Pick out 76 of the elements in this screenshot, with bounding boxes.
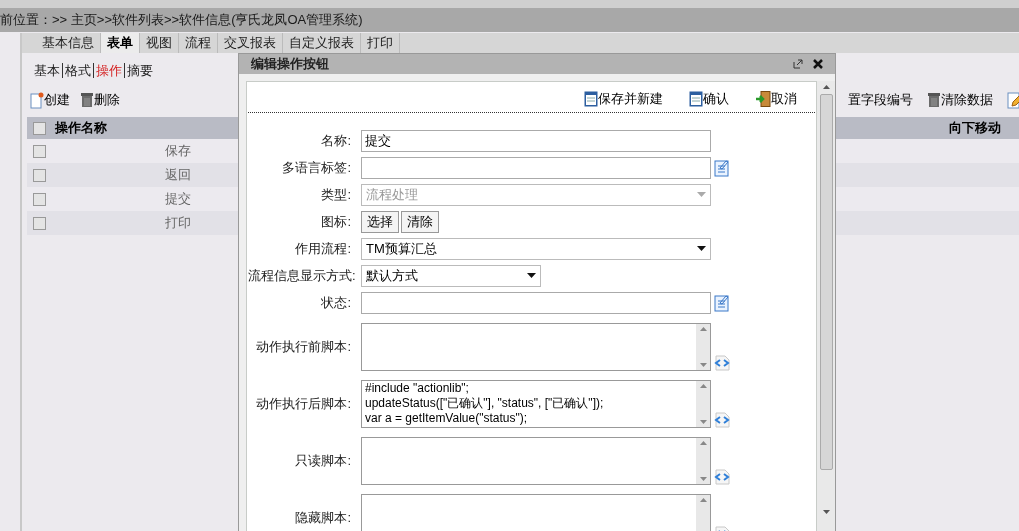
note-icon[interactable] <box>714 293 730 312</box>
trash-icon <box>927 92 941 108</box>
dropdown[interactable]: 默认方式 <box>361 264 541 287</box>
text-field[interactable] <box>361 291 711 314</box>
field-label: 作用流程: <box>294 239 351 258</box>
dialog-action[interactable]: 取消 <box>755 89 797 109</box>
door-icon <box>755 91 771 107</box>
field-label: 图标: <box>320 212 351 231</box>
table-cell-text: 提交 <box>165 190 191 209</box>
column-header: 操作名称 <box>54 119 108 138</box>
tab[interactable]: 表单 <box>101 33 140 53</box>
column-header: 向下移动 <box>948 119 1002 138</box>
code-icon[interactable] <box>714 468 730 485</box>
field-label: 多语言标签: <box>281 158 351 177</box>
new-file-icon <box>30 91 44 109</box>
toolbar-button[interactable]: 清除数据 <box>927 90 993 110</box>
floppy-icon <box>584 91 598 107</box>
note-icon[interactable] <box>714 158 730 177</box>
scroll-up-icon <box>699 383 707 388</box>
checkbox[interactable] <box>32 216 46 230</box>
toolbar-button[interactable] <box>1007 90 1019 110</box>
dialog-action[interactable]: 确认 <box>689 89 729 109</box>
dropdown[interactable]: TM预算汇总 <box>361 237 711 260</box>
checkbox[interactable] <box>32 168 46 182</box>
close-icon[interactable] <box>813 58 823 69</box>
sub-tab[interactable]: 基本 <box>32 62 62 78</box>
dialog-action[interactable]: 保存并新建 <box>584 89 663 109</box>
dialog-title: 编辑操作按钮 <box>251 55 329 73</box>
popout-icon[interactable] <box>793 58 803 69</box>
checkbox[interactable] <box>32 144 46 158</box>
field-label: 动作执行后脚本: <box>255 394 351 413</box>
field-label: 状态: <box>320 293 351 312</box>
text-field[interactable]: 提交 <box>361 129 711 152</box>
script-textarea[interactable] <box>361 436 711 485</box>
scroll-up-icon <box>699 440 707 445</box>
code-icon[interactable] <box>714 411 730 428</box>
sub-tab[interactable]: 格式 <box>62 62 93 78</box>
toolbar-button[interactable]: 置字段编号 <box>848 90 913 110</box>
scroll-up-icon <box>822 84 830 89</box>
sub-tab[interactable]: 操作 <box>93 62 124 78</box>
breadcrumb: 前位置：>> 主页>>软件列表>>软件信息(亨氏龙凤OA管理系统) <box>0 11 363 30</box>
scrollbar[interactable] <box>817 80 835 531</box>
code-icon[interactable] <box>714 354 730 371</box>
field-label: 名称: <box>320 131 351 150</box>
scroll-down-icon <box>822 509 830 514</box>
script-textarea[interactable]: #include "actionlib"; updateStatus(["已确认"], "status", ["已确认"]); var a = getItemValue("status"); <box>361 379 711 428</box>
field-label: 隐藏脚本: <box>294 508 351 527</box>
table-cell-text: 打印 <box>165 214 191 233</box>
field-label: 只读脚本: <box>294 451 351 470</box>
field-label: 动作执行前脚本: <box>255 337 351 356</box>
pencil-icon <box>1007 91 1019 109</box>
tab[interactable]: 流程 <box>179 33 218 53</box>
tab[interactable]: 视图 <box>140 33 179 53</box>
scroll-down-icon <box>699 362 707 367</box>
floppy-icon <box>689 91 703 107</box>
script-textarea[interactable] <box>361 322 711 371</box>
scroll-up-icon <box>699 326 707 331</box>
checkbox[interactable] <box>32 192 46 206</box>
checkbox[interactable] <box>32 121 46 135</box>
caret-icon <box>697 192 706 197</box>
scroll-down-icon <box>699 476 707 481</box>
sub-tab[interactable]: 摘要 <box>124 62 155 78</box>
script-textarea[interactable] <box>361 493 711 531</box>
dialog-button[interactable]: 清除 <box>401 210 439 233</box>
scroll-down-icon <box>699 419 707 424</box>
trash-icon <box>80 92 94 108</box>
caret-icon <box>527 273 536 278</box>
caret-icon <box>697 246 706 251</box>
field-label: 类型: <box>320 185 351 204</box>
toolbar-button[interactable]: 删除 <box>80 90 120 110</box>
text-field[interactable] <box>361 156 711 179</box>
dialog-button[interactable]: 选择 <box>361 210 399 233</box>
table-cell-text: 保存 <box>165 142 191 161</box>
toolbar-button[interactable]: 创建 <box>30 90 70 110</box>
scroll-up-icon <box>699 497 707 502</box>
table-cell-text: 返回 <box>165 166 191 185</box>
